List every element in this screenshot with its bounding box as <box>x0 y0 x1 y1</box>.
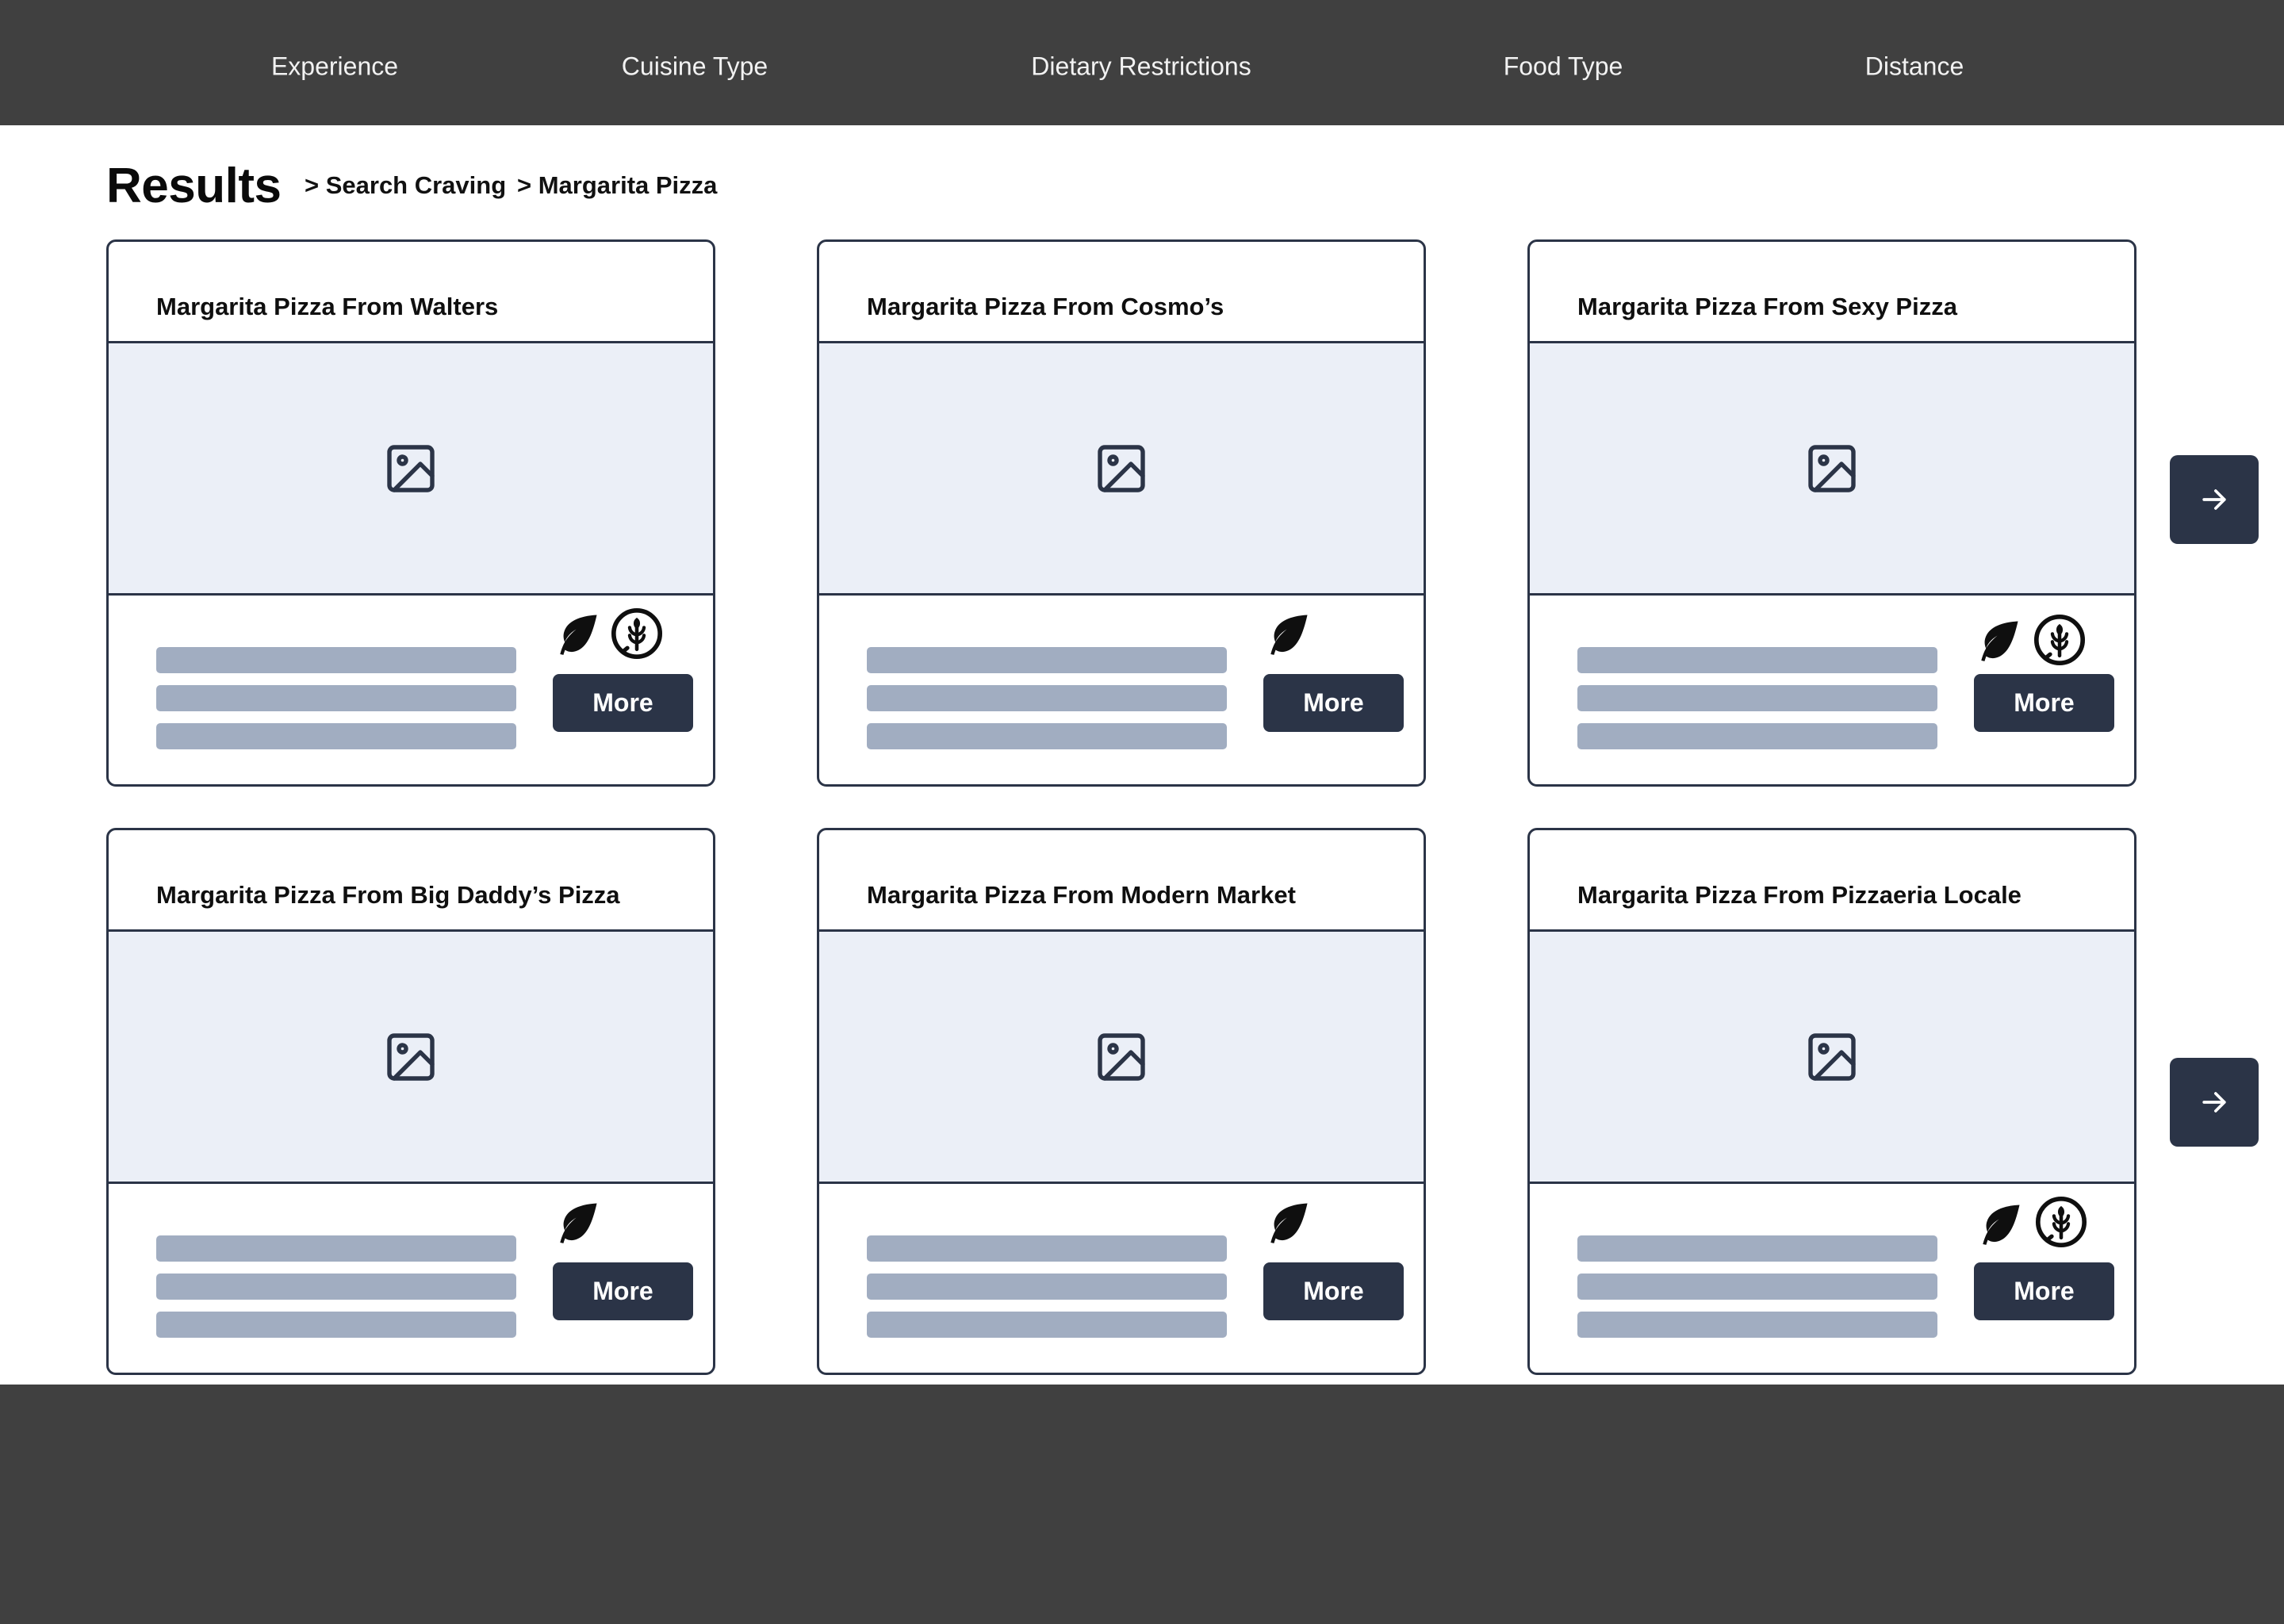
image-icon <box>1808 1032 1856 1081</box>
card-header: Margarita Pizza From Walters <box>109 242 713 343</box>
text-skeleton-line <box>867 1274 1227 1300</box>
card-title[interactable]: Margarita Pizza From Big Daddy’s Pizza <box>156 881 620 910</box>
text-skeleton-line <box>156 685 516 711</box>
card-title[interactable]: Margarita Pizza From Modern Market <box>867 881 1296 910</box>
result-card: Margarita Pizza From Sexy Pizza More <box>1527 239 2136 787</box>
text-skeleton-line <box>1577 685 1937 711</box>
card-header: Margarita Pizza From Sexy Pizza <box>1530 242 2134 343</box>
text-skeleton-line <box>867 723 1227 749</box>
leaf-icon <box>1270 1203 1308 1243</box>
text-skeleton-line <box>156 723 516 749</box>
leaf-icon <box>1983 1205 2020 1245</box>
result-card: Margarita Pizza From Pizzaeria Locale Mo… <box>1527 828 2136 1375</box>
result-card: Margarita Pizza From Walters More <box>106 239 715 787</box>
card-header: Margarita Pizza From Big Daddy’s Pizza <box>109 830 713 932</box>
leaf-icon <box>1270 615 1308 655</box>
nav-item-food-type[interactable]: Food Type <box>1504 52 1623 82</box>
text-skeleton-line <box>867 1235 1227 1262</box>
nav-item-experience[interactable]: Experience <box>271 52 398 82</box>
grain-icon <box>2033 614 2086 666</box>
image-icon <box>387 444 435 492</box>
card-title[interactable]: Margarita Pizza From Walters <box>156 293 498 321</box>
text-skeleton-line <box>1577 723 1937 749</box>
leaf-icon <box>1981 621 2018 661</box>
next-row-2-button[interactable] <box>2170 1058 2259 1147</box>
text-skeleton-line <box>1577 647 1937 673</box>
card-header: Margarita Pizza From Modern Market <box>819 830 1424 932</box>
nav-item-dietary-restrictions[interactable]: Dietary Restrictions <box>1031 52 1251 82</box>
arrow-right-icon <box>2202 489 2226 510</box>
card-image-placeholder <box>109 932 713 1184</box>
breadcrumb-margarita-pizza[interactable]: > Margarita Pizza <box>517 170 717 201</box>
text-skeleton-line <box>1577 1235 1937 1262</box>
text-skeleton-line <box>156 1312 516 1338</box>
image-icon <box>1098 1032 1145 1081</box>
more-button[interactable]: More <box>1263 1262 1404 1320</box>
text-skeleton-line <box>156 647 516 673</box>
more-button[interactable]: More <box>553 1262 693 1320</box>
text-skeleton-line <box>867 685 1227 711</box>
card-image-placeholder <box>819 932 1424 1184</box>
result-card: Margarita Pizza From Modern Market More <box>817 828 1426 1375</box>
nav-item-cuisine-type[interactable]: Cuisine Type <box>622 52 768 82</box>
arrow-right-icon <box>2202 1092 2226 1113</box>
card-image-placeholder <box>109 343 713 596</box>
card-header: Margarita Pizza From Pizzaeria Locale <box>1530 830 2134 932</box>
more-button[interactable]: More <box>1263 674 1404 732</box>
card-header: Margarita Pizza From Cosmo’s <box>819 242 1424 343</box>
result-card: Margarita Pizza From Big Daddy’s Pizza M… <box>106 828 715 1375</box>
image-icon <box>387 1032 435 1081</box>
footer <box>0 1385 2284 1624</box>
text-skeleton-line <box>156 1274 516 1300</box>
text-skeleton-line <box>867 647 1227 673</box>
text-skeleton-line <box>1577 1312 1937 1338</box>
next-row-1-button[interactable] <box>2170 455 2259 544</box>
card-title[interactable]: Margarita Pizza From Cosmo’s <box>867 293 1224 321</box>
grain-icon <box>611 607 663 660</box>
text-skeleton-line <box>867 1312 1227 1338</box>
card-title[interactable]: Margarita Pizza From Pizzaeria Locale <box>1577 881 2021 910</box>
grain-icon <box>2035 1196 2087 1248</box>
result-card: Margarita Pizza From Cosmo’s More <box>817 239 1426 787</box>
card-image-placeholder <box>1530 932 2134 1184</box>
card-image-placeholder <box>819 343 1424 596</box>
top-nav: Experience Cuisine Type Dietary Restrict… <box>0 0 2284 125</box>
image-icon <box>1808 444 1856 492</box>
more-button[interactable]: More <box>1974 1262 2114 1320</box>
more-button[interactable]: More <box>1974 674 2114 732</box>
image-icon <box>1098 444 1145 492</box>
leaf-icon <box>560 1203 597 1243</box>
leaf-icon <box>560 615 597 655</box>
card-title[interactable]: Margarita Pizza From Sexy Pizza <box>1577 293 1957 321</box>
more-button[interactable]: More <box>553 674 693 732</box>
nav-item-distance[interactable]: Distance <box>1865 52 1964 82</box>
breadcrumb-search-craving[interactable]: > Search Craving <box>305 170 506 201</box>
text-skeleton-line <box>156 1235 516 1262</box>
text-skeleton-line <box>1577 1274 1937 1300</box>
card-image-placeholder <box>1530 343 2134 596</box>
page-title: Results <box>106 159 282 213</box>
